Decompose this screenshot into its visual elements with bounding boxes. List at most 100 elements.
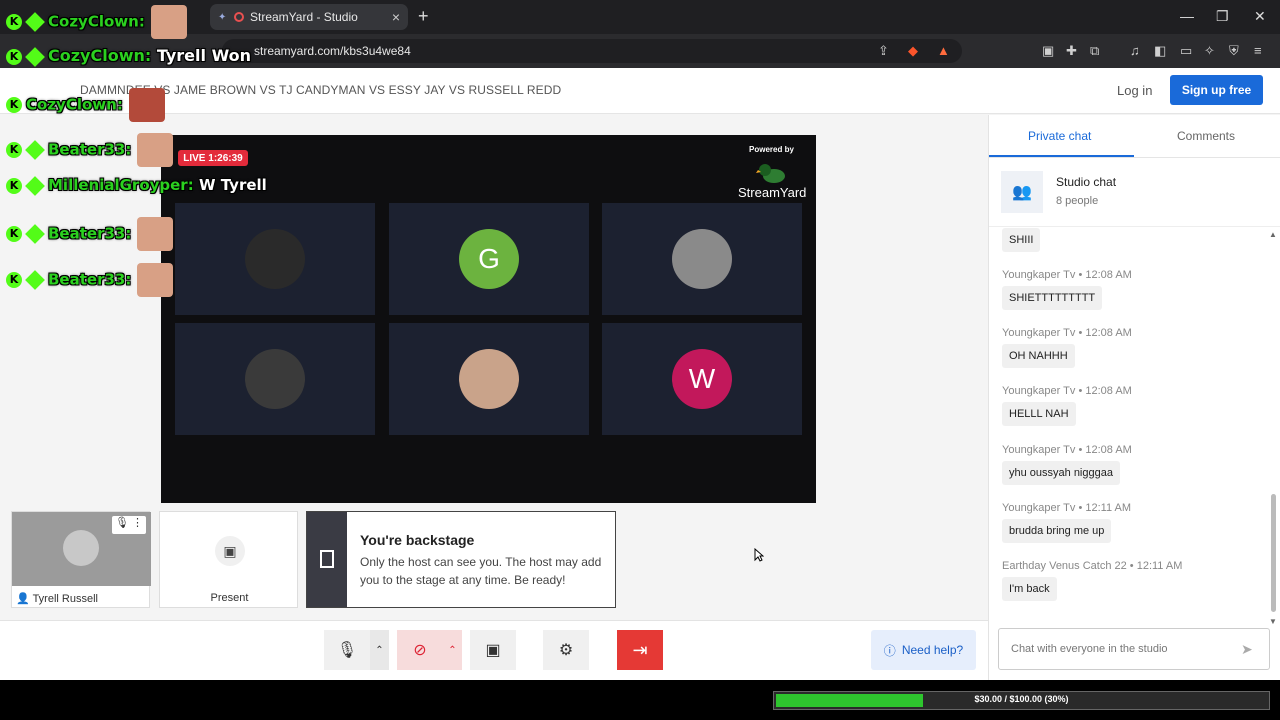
send-icon[interactable]: ➤ bbox=[1241, 641, 1253, 658]
rewards-icon[interactable]: ▲ bbox=[937, 43, 950, 58]
chat-message-meta: Earthday Venus Catch 22 • 12:11 AM bbox=[1002, 560, 1183, 572]
chat-message-bubble: HELLL NAH bbox=[1002, 402, 1076, 426]
brave-shield-icon[interactable]: ◆ bbox=[908, 43, 918, 59]
share-screen-icon: ▣ bbox=[485, 642, 501, 659]
chat-time: 12:11 AM bbox=[1136, 560, 1183, 572]
chat-message-meta: Youngkaper Tv • 12:08 AM bbox=[1002, 269, 1132, 281]
camera-off-icon: ⊘ bbox=[413, 642, 427, 659]
chat-time: 12:08 AM bbox=[1085, 269, 1132, 281]
mic-icon[interactable]: 🎙 bbox=[115, 517, 129, 529]
streamyard-favicon-icon: ✦ bbox=[218, 12, 227, 23]
participant-tile bbox=[389, 323, 589, 435]
avatar bbox=[245, 229, 305, 289]
overlay-message: K MillenialGroyper: W Tyrell bbox=[6, 175, 267, 196]
chevron-up-icon: ⌃ bbox=[448, 644, 457, 656]
chat-message-bubble: I'm back bbox=[1002, 577, 1057, 601]
menu-icon[interactable]: ≡ bbox=[1254, 43, 1262, 58]
overlay-message: K Beater33: bbox=[6, 133, 174, 167]
chat-message-meta: Youngkaper Tv • 12:08 AM bbox=[1002, 444, 1132, 456]
avatar bbox=[245, 349, 305, 409]
kick-badge-icon: K bbox=[6, 226, 22, 242]
mic-icon: 🎙 bbox=[336, 642, 358, 659]
mic-button[interactable]: 🎙 bbox=[324, 630, 370, 670]
camera-options-button[interactable]: ⌃ bbox=[443, 630, 462, 670]
chat-message-bubble: SHIETTTTTTTTT bbox=[1002, 286, 1103, 310]
thumb-menu[interactable]: 🎙 ⋮ bbox=[112, 516, 146, 534]
more-icon[interactable]: ⋮ bbox=[132, 517, 143, 529]
chat-message-bubble: yhu oussyah nigggaa bbox=[1002, 461, 1120, 485]
chat-message-bubble: OH NAHHH bbox=[1002, 344, 1075, 368]
overlay-user: Beater33: bbox=[48, 270, 132, 289]
backstage-title: You're backstage bbox=[360, 532, 475, 548]
chat-message-meta: Youngkaper Tv • 12:11 AM bbox=[1002, 502, 1132, 514]
chat-author: Youngkaper Tv bbox=[1002, 327, 1076, 339]
kick-badge-icon: K bbox=[6, 177, 22, 194]
powered-by-label: Powered by bbox=[749, 145, 794, 154]
tab-comments[interactable]: Comments bbox=[1177, 129, 1235, 143]
overlay-text: W Tyrell bbox=[198, 176, 267, 194]
chat-scrollbar[interactable] bbox=[1271, 494, 1276, 612]
emote-icon bbox=[128, 88, 165, 122]
mic-options-button[interactable]: ⌃ bbox=[370, 630, 389, 670]
music-icon[interactable]: ♫ bbox=[1130, 43, 1140, 58]
overlay-user: CozyClown: bbox=[48, 46, 152, 65]
tab-close-icon[interactable]: × bbox=[392, 9, 400, 25]
settings-button[interactable]: ⚙ bbox=[543, 630, 589, 670]
tab-private-chat[interactable]: Private chat bbox=[1028, 129, 1091, 143]
address-bar[interactable]: streamyard.com/kbs3u4we84 bbox=[222, 39, 962, 63]
scroll-up-icon[interactable]: ▲ bbox=[1269, 230, 1277, 239]
overlay-user: MillenialGroyper: bbox=[48, 176, 194, 194]
emote-icon bbox=[137, 217, 174, 251]
share-screen-button[interactable]: ▣ bbox=[470, 630, 516, 670]
mouse-cursor bbox=[754, 547, 765, 562]
overlay-message: K Beater33: bbox=[6, 217, 174, 251]
participant-tile: W bbox=[602, 323, 802, 435]
vpn-icon[interactable]: ⛨ bbox=[1229, 43, 1239, 59]
streamyard-duck-icon bbox=[756, 164, 785, 183]
donation-goal-bar: $30.00 / $100.00 (30%) bbox=[773, 691, 1270, 710]
scroll-down-icon[interactable]: ▼ bbox=[1269, 617, 1277, 626]
sidebar-icon[interactable]: ◧ bbox=[1154, 43, 1166, 59]
leave-studio-button[interactable]: ⇥ bbox=[617, 630, 663, 670]
puzzle-icon[interactable]: ✚ bbox=[1066, 43, 1077, 59]
screenshot-icon[interactable]: ⧉ bbox=[1090, 43, 1099, 59]
avatar: G bbox=[459, 229, 519, 289]
camera-button[interactable]: ⊘ bbox=[397, 630, 443, 670]
emote-icon bbox=[137, 263, 174, 297]
help-icon: ⓘ bbox=[883, 643, 896, 658]
overlay-message: K CozyClown: bbox=[6, 88, 165, 122]
chat-input[interactable]: Chat with everyone in the studio bbox=[998, 628, 1270, 670]
participant-tile bbox=[175, 323, 375, 435]
browser-tab-bar bbox=[0, 0, 1280, 34]
chat-time: 12:08 AM bbox=[1085, 327, 1132, 339]
extension-icon[interactable]: ▣ bbox=[1042, 43, 1054, 59]
emote-icon bbox=[150, 5, 187, 39]
people-icon: 👥 bbox=[1001, 171, 1043, 213]
kick-badge-icon: K bbox=[6, 48, 22, 65]
signup-button[interactable]: Sign up free bbox=[1170, 75, 1263, 105]
kick-badge-icon: K bbox=[6, 272, 22, 288]
tab-divider bbox=[989, 157, 1280, 158]
ai-icon[interactable]: ✧ bbox=[1204, 43, 1215, 59]
wallet-icon[interactable]: ▭ bbox=[1180, 43, 1192, 59]
chat-author: Youngkaper Tv bbox=[1002, 444, 1076, 456]
need-help-button[interactable]: ⓘ Need help? bbox=[871, 630, 976, 670]
share-icon[interactable]: ⇪ bbox=[878, 43, 889, 59]
new-tab-button[interactable]: + bbox=[418, 6, 429, 27]
avatar: W bbox=[672, 349, 732, 409]
chat-author: Youngkaper Tv bbox=[1002, 385, 1076, 397]
login-link[interactable]: Log in bbox=[1117, 83, 1152, 98]
kick-badge-icon: K bbox=[6, 142, 22, 158]
gear-icon: ⚙ bbox=[558, 642, 574, 659]
sub-badge-icon bbox=[25, 46, 45, 67]
present-button[interactable]: ▣ Present bbox=[159, 511, 298, 608]
browser-tab[interactable]: ✦ StreamYard - Studio × bbox=[210, 4, 408, 30]
overlay-message: K CozyClown: Tyrell Won bbox=[6, 46, 251, 67]
maximize-button[interactable]: ❐ bbox=[1216, 8, 1229, 25]
chat-author: Earthday Venus Catch 22 bbox=[1002, 560, 1127, 572]
self-video-thumb[interactable]: 🎙 ⋮ 👤 Tyrell Russell bbox=[11, 511, 151, 608]
chat-message-bubble: brudda bring me up bbox=[1002, 519, 1112, 543]
present-screen-icon: ▣ bbox=[215, 536, 245, 566]
close-window-button[interactable]: ✕ bbox=[1254, 8, 1266, 25]
minimize-button[interactable]: — bbox=[1180, 8, 1194, 24]
